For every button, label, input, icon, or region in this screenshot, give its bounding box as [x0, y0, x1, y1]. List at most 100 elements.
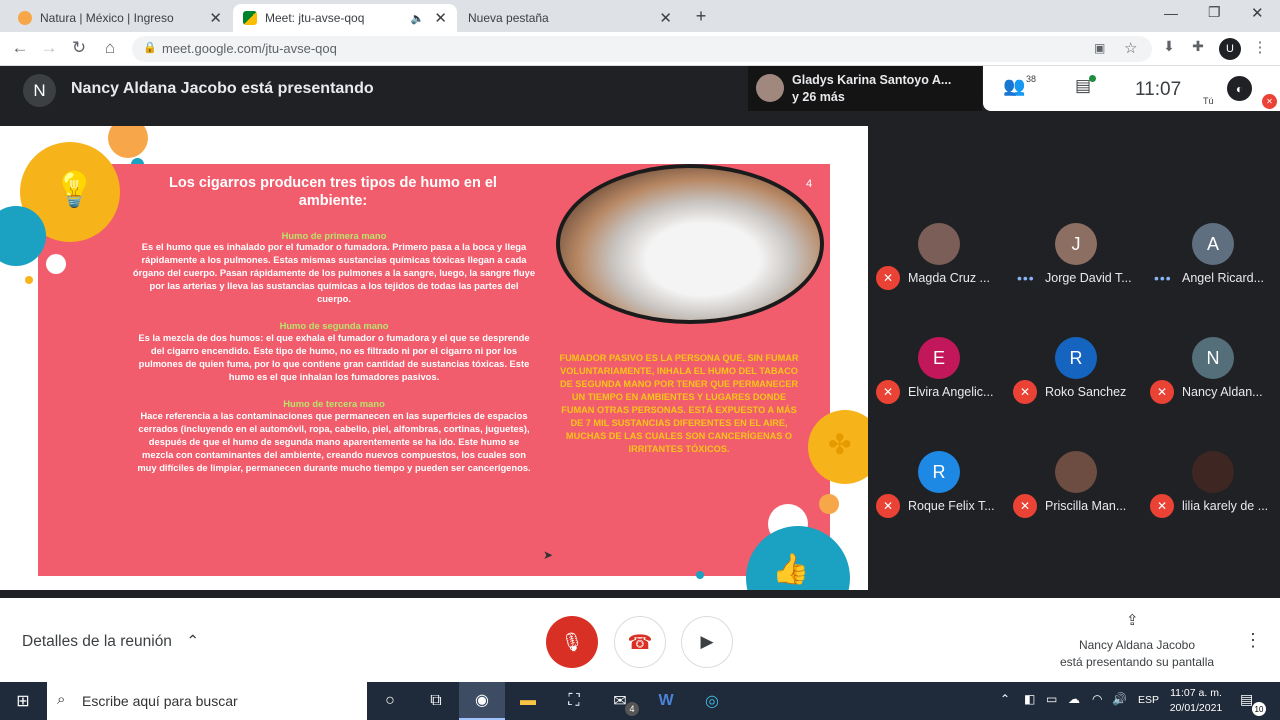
self-muted-icon: ✕ [1262, 94, 1277, 109]
meeting-details-label: Detalles de la reunión [22, 633, 172, 650]
close-tab-icon[interactable]: ✕ [209, 9, 222, 27]
restore-icon[interactable]: ❐ [1208, 4, 1221, 21]
tab-meet[interactable]: Meet: jtu-avse-qoq 🔈 ✕ [233, 4, 457, 32]
volume-icon[interactable]: 🔊 [1112, 692, 1127, 706]
forward-icon[interactable]: → [38, 38, 60, 58]
tray-chevron-icon[interactable]: ⌃ [1000, 692, 1010, 706]
presenting-note: Nancy Aldana Jacobo está presentando su … [1040, 637, 1234, 671]
search-icon: ⌕ [57, 691, 66, 708]
close-tab-icon[interactable]: ✕ [434, 9, 447, 27]
participant-tile[interactable]: A ••• Angel Ricard... [1144, 218, 1280, 328]
notification-count: 10 [1252, 702, 1266, 716]
participant-tile[interactable]: E ✕ Elvira Angelic... [870, 332, 1006, 442]
onedrive-icon[interactable]: ☁ [1068, 692, 1080, 706]
self-avatar[interactable]: ◐ [1225, 74, 1254, 103]
participant-tile[interactable]: R ✕ Roque Felix T... [870, 446, 1006, 556]
home-icon[interactable]: ⌂ [99, 38, 121, 58]
participant-name: Angel Ricard... [1182, 271, 1264, 285]
notification-center-icon[interactable]: ▤ [1240, 691, 1253, 708]
participant-tile[interactable]: ✕ lilia karely de ... [1144, 446, 1280, 556]
mic-toggle-button[interactable]: 🎙 [546, 616, 598, 668]
meet-favicon-icon [243, 11, 257, 25]
minimize-icon[interactable]: — [1164, 5, 1178, 21]
camera-blocked-icon[interactable]: ▣ [1094, 41, 1105, 55]
slide-page-number: 4 [806, 178, 813, 190]
hang-up-icon: ☎ [627, 631, 653, 654]
tab-new[interactable]: Nueva pestaña ✕ [458, 4, 682, 32]
extension-icon[interactable]: ⬇ [1158, 38, 1180, 55]
taskbar-clock[interactable]: 11:07 a. m. 20/01/2021 [1164, 686, 1228, 716]
participant-tile[interactable]: N ✕ Nancy Aldan... [1144, 332, 1280, 442]
participant-tile[interactable]: ✕ Priscilla Man... [1007, 446, 1143, 556]
back-icon[interactable]: ← [9, 38, 31, 58]
wifi-icon[interactable]: ◠ [1092, 692, 1102, 706]
participant-name: Priscilla Man... [1045, 499, 1127, 513]
mic-off-icon: ✕ [876, 380, 900, 404]
new-tab-button[interactable]: + [690, 5, 712, 27]
task-view-icon[interactable]: ⧉ [413, 682, 459, 720]
close-window-icon[interactable]: ✕ [1251, 4, 1264, 22]
reload-icon[interactable]: ↻ [68, 38, 90, 58]
mic-off-icon: ✕ [1013, 494, 1037, 518]
video-camera-icon: ▶ [700, 632, 714, 651]
tab-natura[interactable]: Natura | México | Ingreso ✕ [8, 4, 232, 32]
slide-title: Los cigarros producen tres tipos de humo… [169, 175, 497, 209]
camera-toggle-button[interactable]: ▶ [681, 616, 733, 668]
self-label: Tú [1203, 96, 1214, 106]
leave-call-button[interactable]: ☎ [614, 616, 666, 668]
participant-avatar: J [1055, 223, 1097, 265]
taskbar-date: 20/01/2021 [1169, 702, 1223, 714]
participant-avatar: R [1055, 337, 1097, 379]
participant-tile[interactable]: J ••• Jorge David T... [1007, 218, 1143, 328]
tray-meet-icon[interactable]: ◧ [1024, 692, 1035, 706]
browser-toolbar: ← → ↻ ⌂ 🔒 meet.google.com/jtu-avse-qoq ▣… [0, 32, 1280, 66]
menu-kebab-icon[interactable]: ⋮ [1249, 38, 1271, 56]
language-indicator[interactable]: ESP [1138, 694, 1159, 706]
meet-bottom-bar: Detalles de la reunión ⌃ 🎙 ☎ ▶ ⇪ Nancy A… [0, 598, 1280, 682]
passive-smoker-text: FUMADOR PASIVO ES LA PERSONA QUE, SIN FU… [559, 353, 799, 454]
battery-icon[interactable]: ▭ [1046, 692, 1057, 706]
taskbar-search-box[interactable]: ⌕ Escribe aquí para buscar [47, 682, 367, 720]
decor-dot-white [46, 254, 66, 274]
taskbar-time: 11:07 a. m. [1170, 687, 1222, 699]
participant-avatar [1192, 451, 1234, 493]
people-icon[interactable]: 👥 [1003, 76, 1025, 97]
edge-icon[interactable]: ◎ [689, 682, 735, 720]
speaker-icon[interactable]: 🔈 [411, 12, 425, 25]
close-tab-icon[interactable]: ✕ [659, 9, 672, 27]
participant-avatar: E [918, 337, 960, 379]
puzzle-decor-icon: ✤ [828, 429, 852, 460]
chrome-taskbar-icon[interactable]: ◉ [459, 682, 505, 720]
windows-start-icon[interactable]: ⊞ [0, 682, 46, 720]
puzzle-icon[interactable]: ✚ [1187, 38, 1209, 55]
meeting-clock: 11:07 [1135, 79, 1182, 100]
section2-title: Humo de segunda mano [279, 320, 389, 331]
address-bar[interactable]: 🔒 meet.google.com/jtu-avse-qoq ▣ ☆ [132, 36, 1152, 62]
speaking-dots-icon: ••• [1017, 270, 1035, 286]
participant-tile[interactable]: ✕ Magda Cruz ... [870, 218, 1006, 328]
presenting-title: Nancy Aldana Jacobo está presentando [71, 80, 374, 97]
participant-name: Nancy Aldan... [1182, 385, 1263, 399]
profile-avatar[interactable]: U [1219, 38, 1241, 60]
participant-avatar: N [1192, 337, 1234, 379]
section1-body: Es el humo que es inhalado por el fumado… [132, 241, 536, 304]
more-options-icon[interactable]: ⋮ [1244, 630, 1262, 651]
decor-circle-orange [108, 126, 148, 158]
lock-icon[interactable]: 🔒 [143, 41, 157, 54]
participant-tile[interactable]: R ✕ Roko Sanchez [1007, 332, 1143, 442]
group-names-line2: y 26 más [792, 90, 845, 104]
participant-name: Jorge David T... [1045, 271, 1132, 285]
cortana-icon[interactable]: ○ [367, 682, 413, 720]
file-explorer-icon[interactable]: ▬ [505, 682, 551, 720]
mic-off-icon: ✕ [876, 266, 900, 290]
decor-dot-yellow [25, 276, 33, 284]
bookmark-star-icon[interactable]: ☆ [1124, 39, 1137, 57]
meeting-details-button[interactable]: Detalles de la reunión ⌃ [22, 632, 199, 651]
participants-preview[interactable]: Gladys Karina Santoyo A... y 26 más [748, 66, 982, 111]
presenting-note-line2: está presentando su pantalla [1059, 655, 1215, 669]
participant-avatar [918, 223, 960, 265]
mouse-cursor-icon: ➤ [543, 548, 554, 562]
present-screen-icon[interactable]: ⇪ [1126, 611, 1139, 629]
store-icon[interactable]: ⛶ [551, 682, 597, 720]
word-icon[interactable]: W [643, 682, 689, 720]
